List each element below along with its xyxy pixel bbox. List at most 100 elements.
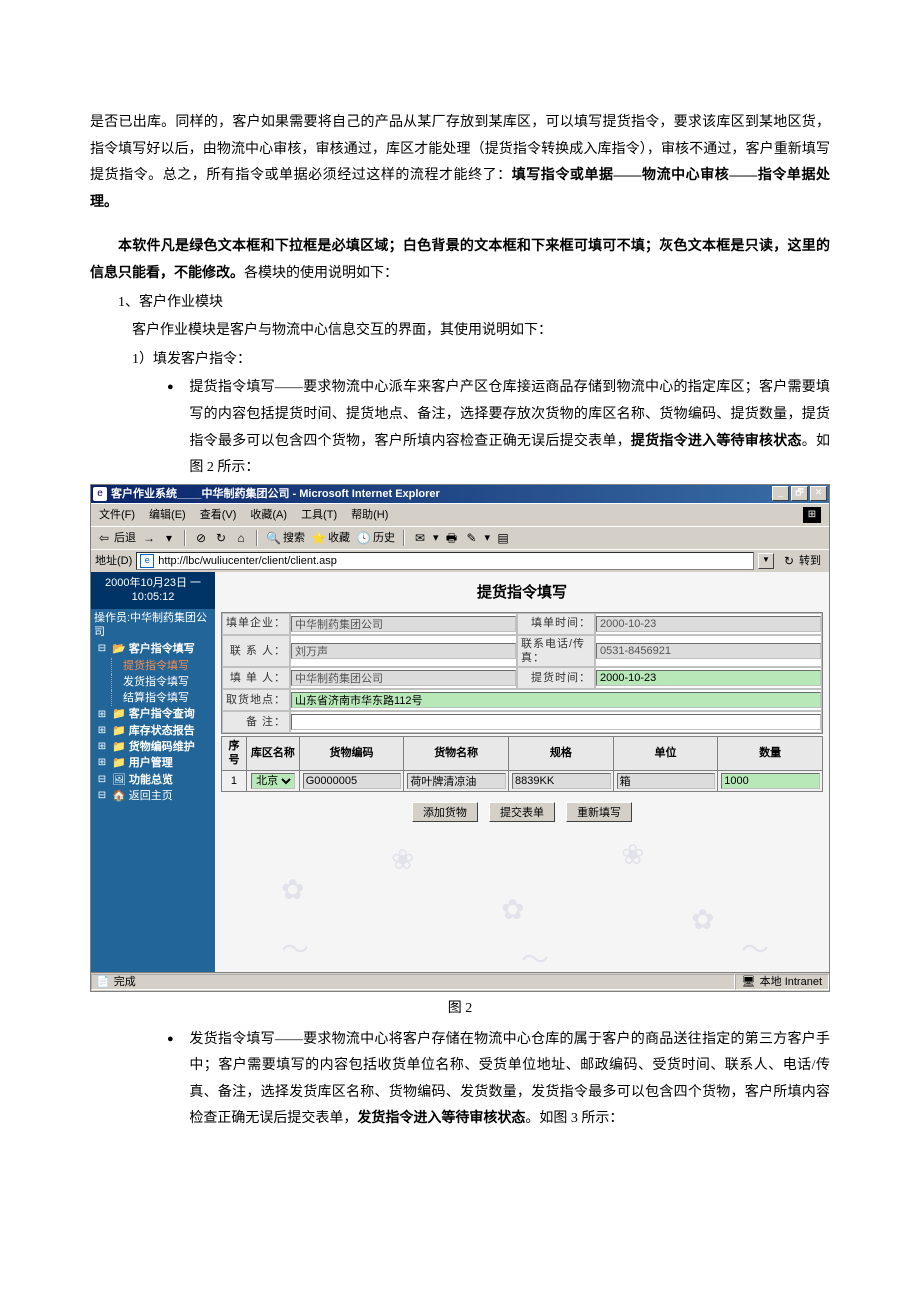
bullet-fahuozhilin: 发货指令填写——要求物流中心将客户存储在物流中心仓库的属于客户的商品送往指定的第… [167,1027,830,1133]
th-qty: 数量 [718,737,823,771]
input-qty[interactable] [721,773,820,789]
ms-flag-icon: ⊞ [803,507,821,523]
input-unit [617,773,716,789]
address-input[interactable]: e http://lbc/wuliucenter/client/client.a… [136,552,754,570]
table-row: 1 北京库区 [222,770,823,791]
label-pickup-person: 填 单 人： [222,667,290,689]
history-button[interactable]: 🕓历史 [356,531,395,545]
input-pickup-time[interactable] [596,670,821,686]
sidebar-clock: 2000年10月23日 一 10:05:12 [91,572,215,609]
status-done: 完成 [114,975,136,989]
input-spec [512,773,611,789]
go-icon: ↻ [782,554,796,568]
input-remark[interactable] [291,714,821,730]
favorites-button[interactable]: ⭐收藏 [311,531,350,545]
reset-button[interactable]: 重新填写 [566,802,632,822]
sidebar-operator: 操作员:中华制药集团公司 [91,609,215,642]
menu-view[interactable]: 查看(V) [200,508,237,522]
form-grid: 填单企业： 填单时间： 联 系 人： 联系电话/传真： 填 单 人： 提货时间：… [221,612,823,735]
page-icon: e [140,554,154,568]
label-remark: 备 注： [222,711,290,733]
stop-button[interactable]: ⊘ [194,531,208,545]
watermark: ✿ ❀ ✿ ❀ ✿ ～ ～ ～ [221,832,823,962]
folder-open-icon: ⊟ [95,643,109,655]
menu-help[interactable]: 帮助(H) [351,508,388,522]
input-pickup-loc[interactable] [291,692,821,708]
discuss-button[interactable]: ▤ [496,531,510,545]
sidebar-item-2[interactable]: ⊞📁库存状态报告 [93,723,215,739]
window-title: 客户作业系统____中华制药集团公司 - Microsoft Internet … [111,487,772,501]
form-title: 提货指令填写 [221,578,823,612]
input-fill-company [291,616,516,632]
cell-seq: 1 [222,770,247,791]
back-button[interactable]: ⇦后退 [97,531,136,545]
th-seq: 序号 [222,737,247,771]
sidebar-item-6[interactable]: ⊟🏠返回主页 [93,788,215,804]
sidebar-sub-jiesuanzhilin[interactable]: 结算指令填写 [111,690,215,706]
minimize-button[interactable]: _ [772,486,789,501]
menu-edit[interactable]: 编辑(E) [149,508,186,522]
section-1-1: 1）填发客户指令： [132,347,830,374]
th-name: 货物名称 [404,737,509,771]
status-zone: 本地 Intranet [760,975,822,989]
main-panel: 提货指令填写 填单企业： 填单时间： 联 系 人： 联系电话/传真： 填 单 人… [215,572,829,972]
sidebar-item-1[interactable]: ⊞📁客户指令查询 [93,706,215,722]
refresh-button[interactable]: ↻ [214,531,228,545]
sidebar-item-5[interactable]: ⊟🖼功能总览 [93,772,215,788]
paragraph-1: 是否已出库。同样的，客户如果需要将自己的产品从某厂存放到某库区，可以填写提货指令… [90,110,830,216]
items-table: 序号 库区名称 货物编码 货物名称 规格 单位 数量 1 北京库区 [221,736,823,792]
mail-button[interactable]: ✉ [413,531,427,545]
input-contact [291,643,516,659]
address-dropdown[interactable]: ▼ [758,553,774,569]
sidebar-item-3[interactable]: ⊞📁货物编码维护 [93,739,215,755]
search-button[interactable]: 🔍搜索 [266,531,305,545]
home-button[interactable]: ⌂ [234,531,248,545]
figure-2-caption: 图 2 [90,996,830,1023]
th-warehouse: 库区名称 [246,737,299,771]
input-name [407,773,506,789]
sidebar-item-0[interactable]: ⊟ 📂 客户指令填写 [93,641,215,657]
section-1-desc: 客户作业模块是客户与物流中心信息交互的界面，其使用说明如下： [132,318,830,345]
input-pickup-person [291,670,516,686]
th-unit: 单位 [613,737,718,771]
label-phone: 联系电话/传真： [517,635,595,668]
forward-button[interactable]: → [142,531,156,545]
label-contact: 联 系 人： [222,635,290,668]
input-code[interactable] [303,773,402,789]
ie-icon: e [93,487,107,501]
close-button[interactable]: ✕ [810,486,827,501]
label-fill-time: 填单时间： [517,613,595,635]
select-warehouse[interactable]: 北京库区 [251,773,294,789]
sidebar-sub-fahuozhilin[interactable]: 发货指令填写 [111,674,215,690]
menu-file[interactable]: 文件(F) [99,508,135,522]
th-code: 货物编码 [299,737,404,771]
menu-fav[interactable]: 收藏(A) [250,508,287,522]
titlebar: e 客户作业系统____中华制药集团公司 - Microsoft Interne… [91,485,829,503]
th-spec: 规格 [509,737,614,771]
maximize-button[interactable]: 🗗 [791,486,808,501]
toolbar: ⇦后退 → ▾ ⊘ ↻ ⌂ 🔍搜索 ⭐收藏 🕓历史 ✉▾ 🖶 ✎▾ ▤ [91,526,829,549]
input-phone [596,643,821,659]
label-pickup-loc: 取货地点： [222,689,290,711]
menubar: 文件(F) 编辑(E) 查看(V) 收藏(A) 工具(T) 帮助(H) ⊞ [91,503,829,526]
add-item-button[interactable]: 添加货物 [412,802,478,822]
label-pickup-time: 提货时间： [517,667,595,689]
intranet-icon: 🖥 [742,975,756,989]
go-button[interactable]: ↻ 转到 [778,554,825,568]
statusbar: 📄 完成 🖥 本地 Intranet [91,972,829,991]
ie-window: e 客户作业系统____中华制药集团公司 - Microsoft Interne… [90,484,830,992]
sidebar: 2000年10月23日 一 10:05:12 操作员:中华制药集团公司 ⊟ 📂 … [91,572,215,972]
edit-button[interactable]: ✎ [465,531,479,545]
sidebar-sub-tihuozhilin[interactable]: 提货指令填写 [111,658,215,674]
section-1-title: 1、客户作业模块 [90,290,830,317]
paragraph-2: 本软件凡是绿色文本框和下拉框是必填区域；白色背景的文本框和下来框可填可不填；灰色… [90,234,830,287]
print-button[interactable]: 🖶 [445,531,459,545]
address-bar: 地址(D) e http://lbc/wuliucenter/client/cl… [91,549,829,572]
page-done-icon: 📄 [96,975,110,989]
input-fill-time [596,616,821,632]
sidebar-item-4[interactable]: ⊞📁用户管理 [93,755,215,771]
submit-button[interactable]: 提交表单 [489,802,555,822]
menu-tools[interactable]: 工具(T) [301,508,337,522]
label-fill-company: 填单企业： [222,613,290,635]
address-label: 地址(D) [95,554,132,568]
